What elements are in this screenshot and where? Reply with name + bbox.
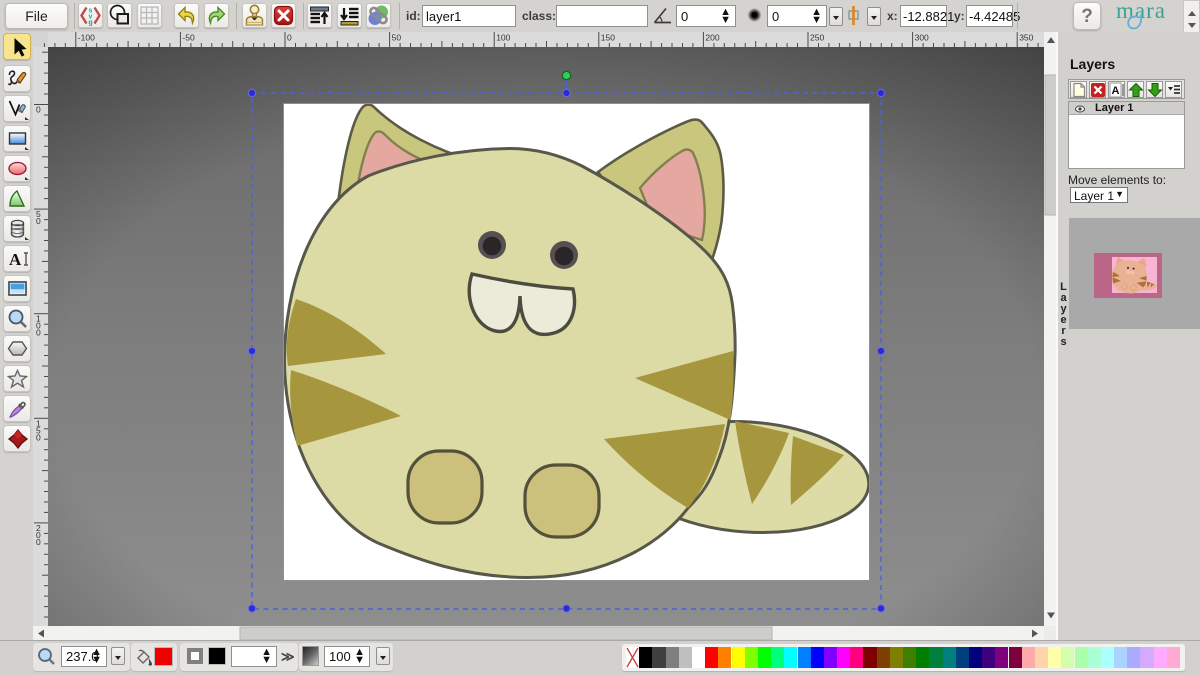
svg-text:300: 300 xyxy=(915,33,929,43)
svg-text:0: 0 xyxy=(36,537,41,547)
svg-text:-50: -50 xyxy=(182,33,195,43)
svg-text:100: 100 xyxy=(496,33,510,43)
svg-text:0: 0 xyxy=(287,33,292,43)
svg-text:150: 150 xyxy=(601,33,615,43)
svg-text:0: 0 xyxy=(36,432,41,442)
svg-text:0: 0 xyxy=(36,105,41,115)
svg-text:200: 200 xyxy=(705,33,719,43)
svg-text:0: 0 xyxy=(36,328,41,338)
svg-text:50: 50 xyxy=(392,33,402,43)
svg-text:-100: -100 xyxy=(78,33,95,43)
svg-text:0: 0 xyxy=(36,216,41,226)
svg-text:A: A xyxy=(1112,85,1120,97)
svg-text:g: g xyxy=(88,20,92,27)
svg-text:250: 250 xyxy=(810,33,824,43)
svg-text:350: 350 xyxy=(1019,33,1033,43)
svg-text:A: A xyxy=(9,250,22,269)
